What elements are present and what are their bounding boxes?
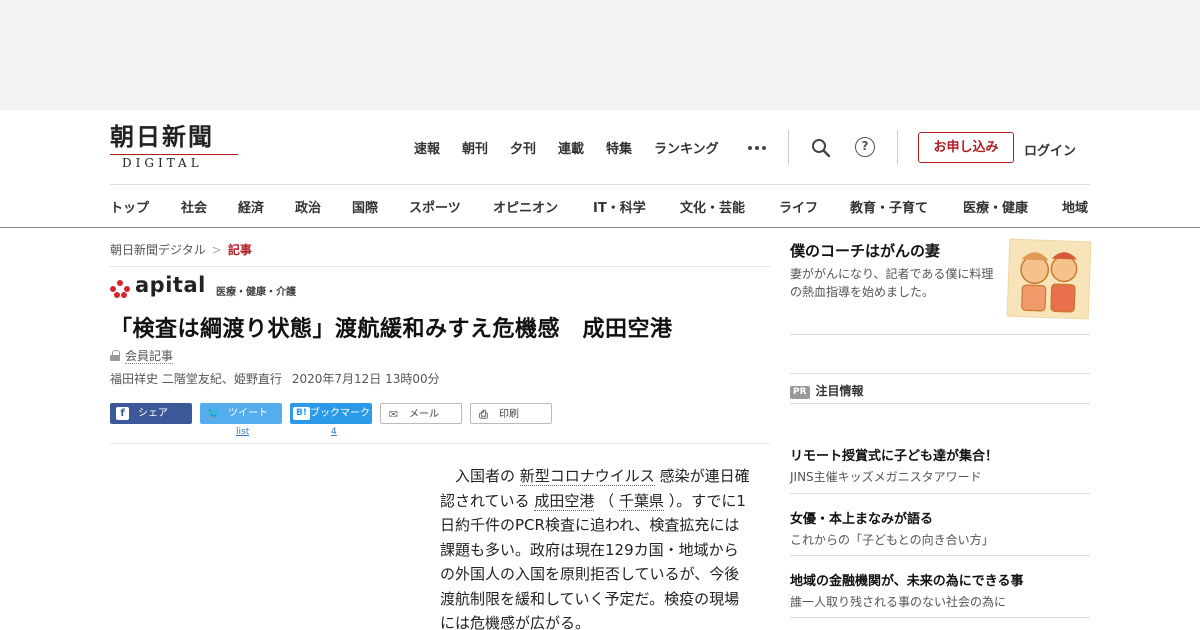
pr-heading: PR 注目情報 [790,382,864,399]
more-dots-icon[interactable] [748,146,766,150]
ad-banner-area [0,0,1200,110]
topnav-evening[interactable]: 夕刊 [510,138,536,157]
asahi-digital-logo[interactable]: 朝日新聞 DIGITAL [110,123,245,171]
cat-sports[interactable]: スポーツ [409,197,461,216]
facebook-share-label: シェア [138,408,168,419]
cat-culture[interactable]: 文化・芸能 [680,197,745,216]
cat-opinion[interactable]: オピニオン [493,197,558,216]
twitter-share-button[interactable]: 🐦 ツイート [200,403,282,424]
share-rule [110,443,770,444]
body-text: （ [599,491,615,510]
print-button[interactable]: ⎙ 印刷 [470,403,552,424]
sidebar-rule [790,334,1090,335]
topnav-series[interactable]: 連載 [558,138,584,157]
apital-wordmark: apital [135,273,206,297]
twitter-icon: 🐦 [206,406,221,420]
pr-item-rule [790,555,1090,556]
logo-main-text: 朝日新聞 [110,122,214,151]
article-headline: 「検査は綱渡り状態」渡航緩和みすえ危機感 成田空港 [110,317,673,342]
header-divider [788,130,789,164]
topic-link-narita-airport[interactable]: 成田空港 [534,491,595,511]
cat-life[interactable]: ライフ [779,197,818,216]
mail-icon: ✉ [388,408,399,421]
topnav-ranking[interactable]: ランキング [654,138,719,157]
topnav-features[interactable]: 特集 [606,138,632,157]
help-icon[interactable]: ? [855,137,875,157]
member-label-text: 会員記事 [125,349,174,364]
pr-item-sub[interactable]: JINS主催キッズメガニスタアワード [790,468,982,485]
body-text: ）。すでに1日約千件のPCR検査に追われ、検査拡充には課題も多い。政府は現在12… [440,491,746,630]
breadcrumb-sep: > [211,243,222,257]
print-icon: ⎙ [479,408,488,421]
cat-it-science[interactable]: IT・科学 [593,197,646,216]
pr-top-rule [790,373,1090,374]
article-authors: 福田祥史 二階堂友紀、姫野直行 [110,372,282,386]
hatena-count-link[interactable]: 4 [331,427,337,437]
member-article-label: 会員記事 [110,347,174,364]
apital-logo-icon [110,280,132,298]
cat-politics[interactable]: 政治 [295,197,321,216]
topnav-morning[interactable]: 朝刊 [462,138,488,157]
twitter-share-label: ツイート [228,408,268,419]
login-link[interactable]: ログイン [1024,140,1076,159]
nav-bottom-rule [0,227,1200,228]
breadcrumb-rule [110,266,770,267]
pr-item-title[interactable]: リモート授賞式に子ども達が集合！ [790,445,998,464]
header-divider-2 [897,130,898,164]
search-icon[interactable] [811,138,831,158]
cat-health[interactable]: 医療・健康 [963,197,1028,216]
topic-link-chiba[interactable]: 千葉県 [618,491,664,511]
byline: 福田祥史 二階堂友紀、姫野直行 2020年7月12日 13時00分 [110,370,440,387]
facebook-icon: f [116,407,129,420]
subscribe-button[interactable]: お申し込み [918,132,1014,163]
hatena-icon: B! [293,407,310,420]
header-rule [110,184,1090,185]
pr-heading-text: 注目情報 [815,384,864,398]
pr-item-title[interactable]: 女優・本上まなみが語る [790,508,933,527]
hatena-bookmark-button[interactable]: B! ブックマーク [290,403,372,424]
feature-illustration[interactable] [1006,238,1092,320]
sidebar-feature-desc[interactable]: 妻ががんになり、記者である僕に料理の熱血指導を始めました。 [790,265,1005,301]
topic-link-coronavirus[interactable]: 新型コロナウイルス [519,467,655,486]
cat-education[interactable]: 教育・子育て [850,197,928,216]
pr-item-rule [790,617,1090,618]
logo-sub-text: DIGITAL [122,156,203,170]
twitter-count-link[interactable]: list [236,427,249,437]
article-date: 2020年7月12日 13時00分 [291,372,440,386]
facebook-share-button[interactable]: f シェア [110,403,192,424]
cat-international[interactable]: 国際 [352,197,378,216]
lock-icon [110,350,120,361]
cat-society[interactable]: 社会 [181,197,207,216]
breadcrumb-home[interactable]: 朝日新聞デジタル [110,243,206,257]
pr-item-title[interactable]: 地域の金融機関が、未来の為にできる事 [790,570,1023,589]
pr-item-rule [790,493,1090,494]
topnav-breaking[interactable]: 速報 [414,138,440,157]
hatena-bookmark-label: ブックマーク [310,408,370,419]
pr-item-sub[interactable]: 誰一人取り残される事のない社会の為に [790,593,1006,610]
logo-rule [110,154,238,155]
sidebar-feature-title[interactable]: 僕のコーチはがんの妻 [790,240,940,261]
mail-share-button[interactable]: ✉ メール [380,403,462,424]
breadcrumb: 朝日新聞デジタル > 記事 [110,241,252,258]
print-label: 印刷 [499,409,519,420]
breadcrumb-current[interactable]: 記事 [228,243,252,257]
pr-item-sub[interactable]: これからの「子どもとの向き合い方」 [790,531,994,548]
body-text: 入国者の [455,467,516,485]
apital-category: 医療・健康・介護 [216,287,296,298]
pr-badge: PR [790,386,810,399]
cat-top[interactable]: トップ [110,197,149,216]
cat-economy[interactable]: 経済 [238,197,264,216]
cat-region[interactable]: 地域 [1062,197,1088,216]
article-body-paragraph: 入国者の 新型コロナウイルス 感染が連日確認されている 成田空港 （ 千葉県 ）… [440,464,750,630]
pr-heading-rule [790,403,1090,404]
mail-share-label: メール [409,409,439,420]
